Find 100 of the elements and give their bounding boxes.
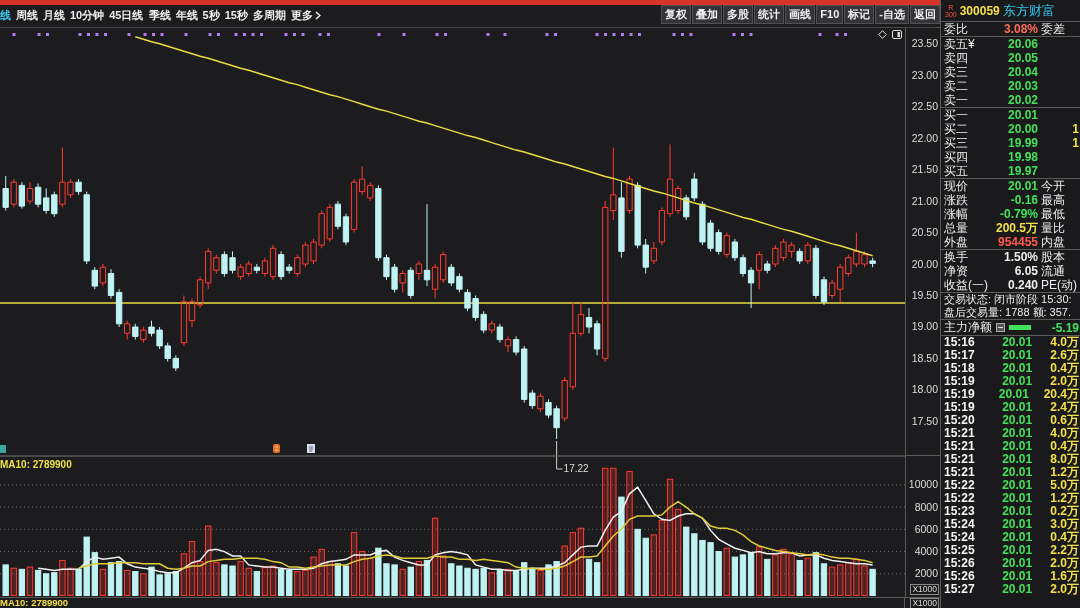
stock-code: 300059 bbox=[959, 3, 1000, 18]
toolbar-button[interactable]: 画线 bbox=[785, 5, 816, 24]
diamond-icon[interactable] bbox=[878, 30, 887, 39]
quote-value: -0.79% bbox=[999, 207, 1039, 221]
quote-value: 954455 bbox=[997, 235, 1039, 249]
tick-time: 15:22 bbox=[944, 492, 976, 505]
period-tab[interactable]: 更多 bbox=[290, 7, 321, 23]
order-price: 19.97 bbox=[1007, 164, 1039, 178]
tick-price: 20.01 bbox=[1002, 375, 1033, 388]
low-price-label: 17.22 bbox=[563, 463, 589, 475]
toolbar-button[interactable]: F10 bbox=[816, 5, 844, 24]
period-tab[interactable]: 月线 bbox=[43, 7, 65, 23]
tick-price: 20.01 bbox=[1002, 362, 1033, 375]
tick-volume: 2.6万 bbox=[1050, 349, 1079, 362]
order-label: 买二 bbox=[944, 122, 968, 136]
axis-label: 21.50 bbox=[911, 163, 938, 177]
tick-price: 20.01 bbox=[1002, 349, 1033, 362]
toolbar-button[interactable]: 叠加 bbox=[692, 5, 723, 24]
marker-icon[interactable] bbox=[0, 445, 6, 453]
picture-event-dots bbox=[595, 33, 616, 36]
axis-label: 20.00 bbox=[911, 257, 938, 271]
axis-label: 22.00 bbox=[911, 131, 938, 145]
tick-time: 15:17 bbox=[944, 349, 976, 362]
picture-event-dots bbox=[435, 33, 447, 36]
toolbar-button[interactable]: 复权 bbox=[661, 5, 692, 24]
picture-event-dots bbox=[208, 33, 220, 36]
quote-label: 委差 bbox=[1041, 22, 1065, 36]
period-tab[interactable]: 年线 bbox=[175, 7, 198, 23]
tick-time: 15:21 bbox=[944, 466, 976, 479]
picture-event-dots bbox=[486, 33, 490, 36]
axis-label: 10000 bbox=[908, 478, 938, 492]
indicator-label: MA10: 2789900 bbox=[0, 598, 69, 608]
tick-price: 20.01 bbox=[1002, 466, 1033, 479]
tag-icon[interactable] bbox=[273, 444, 280, 453]
tick-volume: 3.0万 bbox=[1050, 518, 1079, 531]
tick-time: 15:21 bbox=[944, 440, 976, 453]
quote-value: -5.19 bbox=[1051, 320, 1079, 335]
picture-event-dots bbox=[377, 33, 381, 36]
period-tab[interactable]: 45日线 bbox=[109, 7, 144, 23]
period-tab[interactable]: 线 bbox=[0, 7, 11, 23]
quote-label: 涨幅 bbox=[944, 207, 968, 221]
period-tab[interactable]: 10分钟 bbox=[70, 7, 105, 23]
order-label: 卖四 bbox=[944, 51, 968, 65]
tick-price: 20.01 bbox=[1002, 336, 1033, 349]
period-tab[interactable]: 5秒 bbox=[202, 7, 220, 23]
status-text: 357. bbox=[1049, 306, 1072, 319]
tick-price: 20.01 bbox=[1002, 505, 1033, 518]
quote-value: 1.50% bbox=[1003, 250, 1039, 264]
quote-label: 净资 bbox=[944, 264, 968, 278]
tick-time: 15:18 bbox=[944, 362, 976, 375]
axis-label: 17.50 bbox=[911, 414, 938, 428]
period-tab[interactable]: 季线 bbox=[148, 7, 171, 23]
period-tab[interactable]: 多周期 bbox=[252, 7, 286, 23]
tick-time: 15:21 bbox=[944, 453, 976, 466]
toolbar-button[interactable]: 统计 bbox=[754, 5, 785, 24]
toolbar-button[interactable]: 多股 bbox=[723, 5, 754, 24]
tick-price: 20.01 bbox=[1002, 479, 1033, 492]
tick-volume: 1.6万 bbox=[1050, 570, 1079, 583]
tick-time: 15:19 bbox=[944, 401, 976, 414]
tick-volume: 1.2万 bbox=[1050, 492, 1079, 505]
tick-price: 20.01 bbox=[1002, 427, 1033, 440]
quote-label: 主力净额 bbox=[944, 319, 992, 336]
picture-event-dots bbox=[732, 33, 753, 36]
tick-time: 15:22 bbox=[944, 479, 976, 492]
picture-event-dots bbox=[818, 33, 822, 36]
tick-volume: 2.2万 bbox=[1050, 544, 1079, 557]
tick-volume: 2.4万 bbox=[1050, 401, 1079, 414]
quote-value: 20.01 bbox=[1007, 179, 1039, 193]
toolbar-button[interactable]: 标记 bbox=[844, 5, 875, 24]
axis-label: 23.50 bbox=[911, 37, 938, 51]
picture-event-dots bbox=[545, 33, 557, 36]
minus-square-icon[interactable] bbox=[996, 323, 1005, 332]
order-label: 买四 bbox=[944, 150, 968, 164]
order-price: 19.99 bbox=[1007, 136, 1039, 150]
tick-volume: 0.4万 bbox=[1050, 531, 1079, 544]
axis-label: 6000 bbox=[914, 522, 938, 536]
toolbar-button[interactable]: 返回 bbox=[910, 5, 940, 24]
quote-label: 内盘 bbox=[1041, 235, 1065, 249]
quote-label: 总量 bbox=[944, 221, 968, 235]
quote-label: 外盘 bbox=[944, 235, 968, 249]
period-tab[interactable]: 15秒 bbox=[224, 7, 248, 23]
tick-volume: 4.0万 bbox=[1050, 427, 1079, 440]
status-text: 额: bbox=[1032, 306, 1047, 319]
toolbar-button[interactable]: -自选 bbox=[875, 5, 909, 24]
quote-label: 流通 bbox=[1041, 264, 1065, 278]
tick-price: 20.01 bbox=[1002, 583, 1033, 596]
status-text: 交易状态: bbox=[944, 293, 992, 306]
picture-event-dots bbox=[37, 33, 49, 36]
order-label: 卖三 bbox=[944, 65, 968, 79]
tick-price: 20.01 bbox=[1002, 518, 1033, 531]
period-tab[interactable]: 周线 bbox=[16, 7, 38, 23]
axis-label: 19.50 bbox=[911, 289, 938, 302]
tick-time: 15:25 bbox=[944, 544, 976, 557]
order-price: 20.04 bbox=[1007, 65, 1039, 79]
axis-label: 4000 bbox=[914, 545, 938, 559]
flow-bar-icon bbox=[1009, 325, 1031, 330]
order-label: 买一 bbox=[944, 108, 968, 122]
order-price: 20.01 bbox=[1007, 108, 1039, 122]
panel-icon[interactable] bbox=[892, 30, 902, 39]
quote-label: 换手 bbox=[944, 250, 968, 264]
